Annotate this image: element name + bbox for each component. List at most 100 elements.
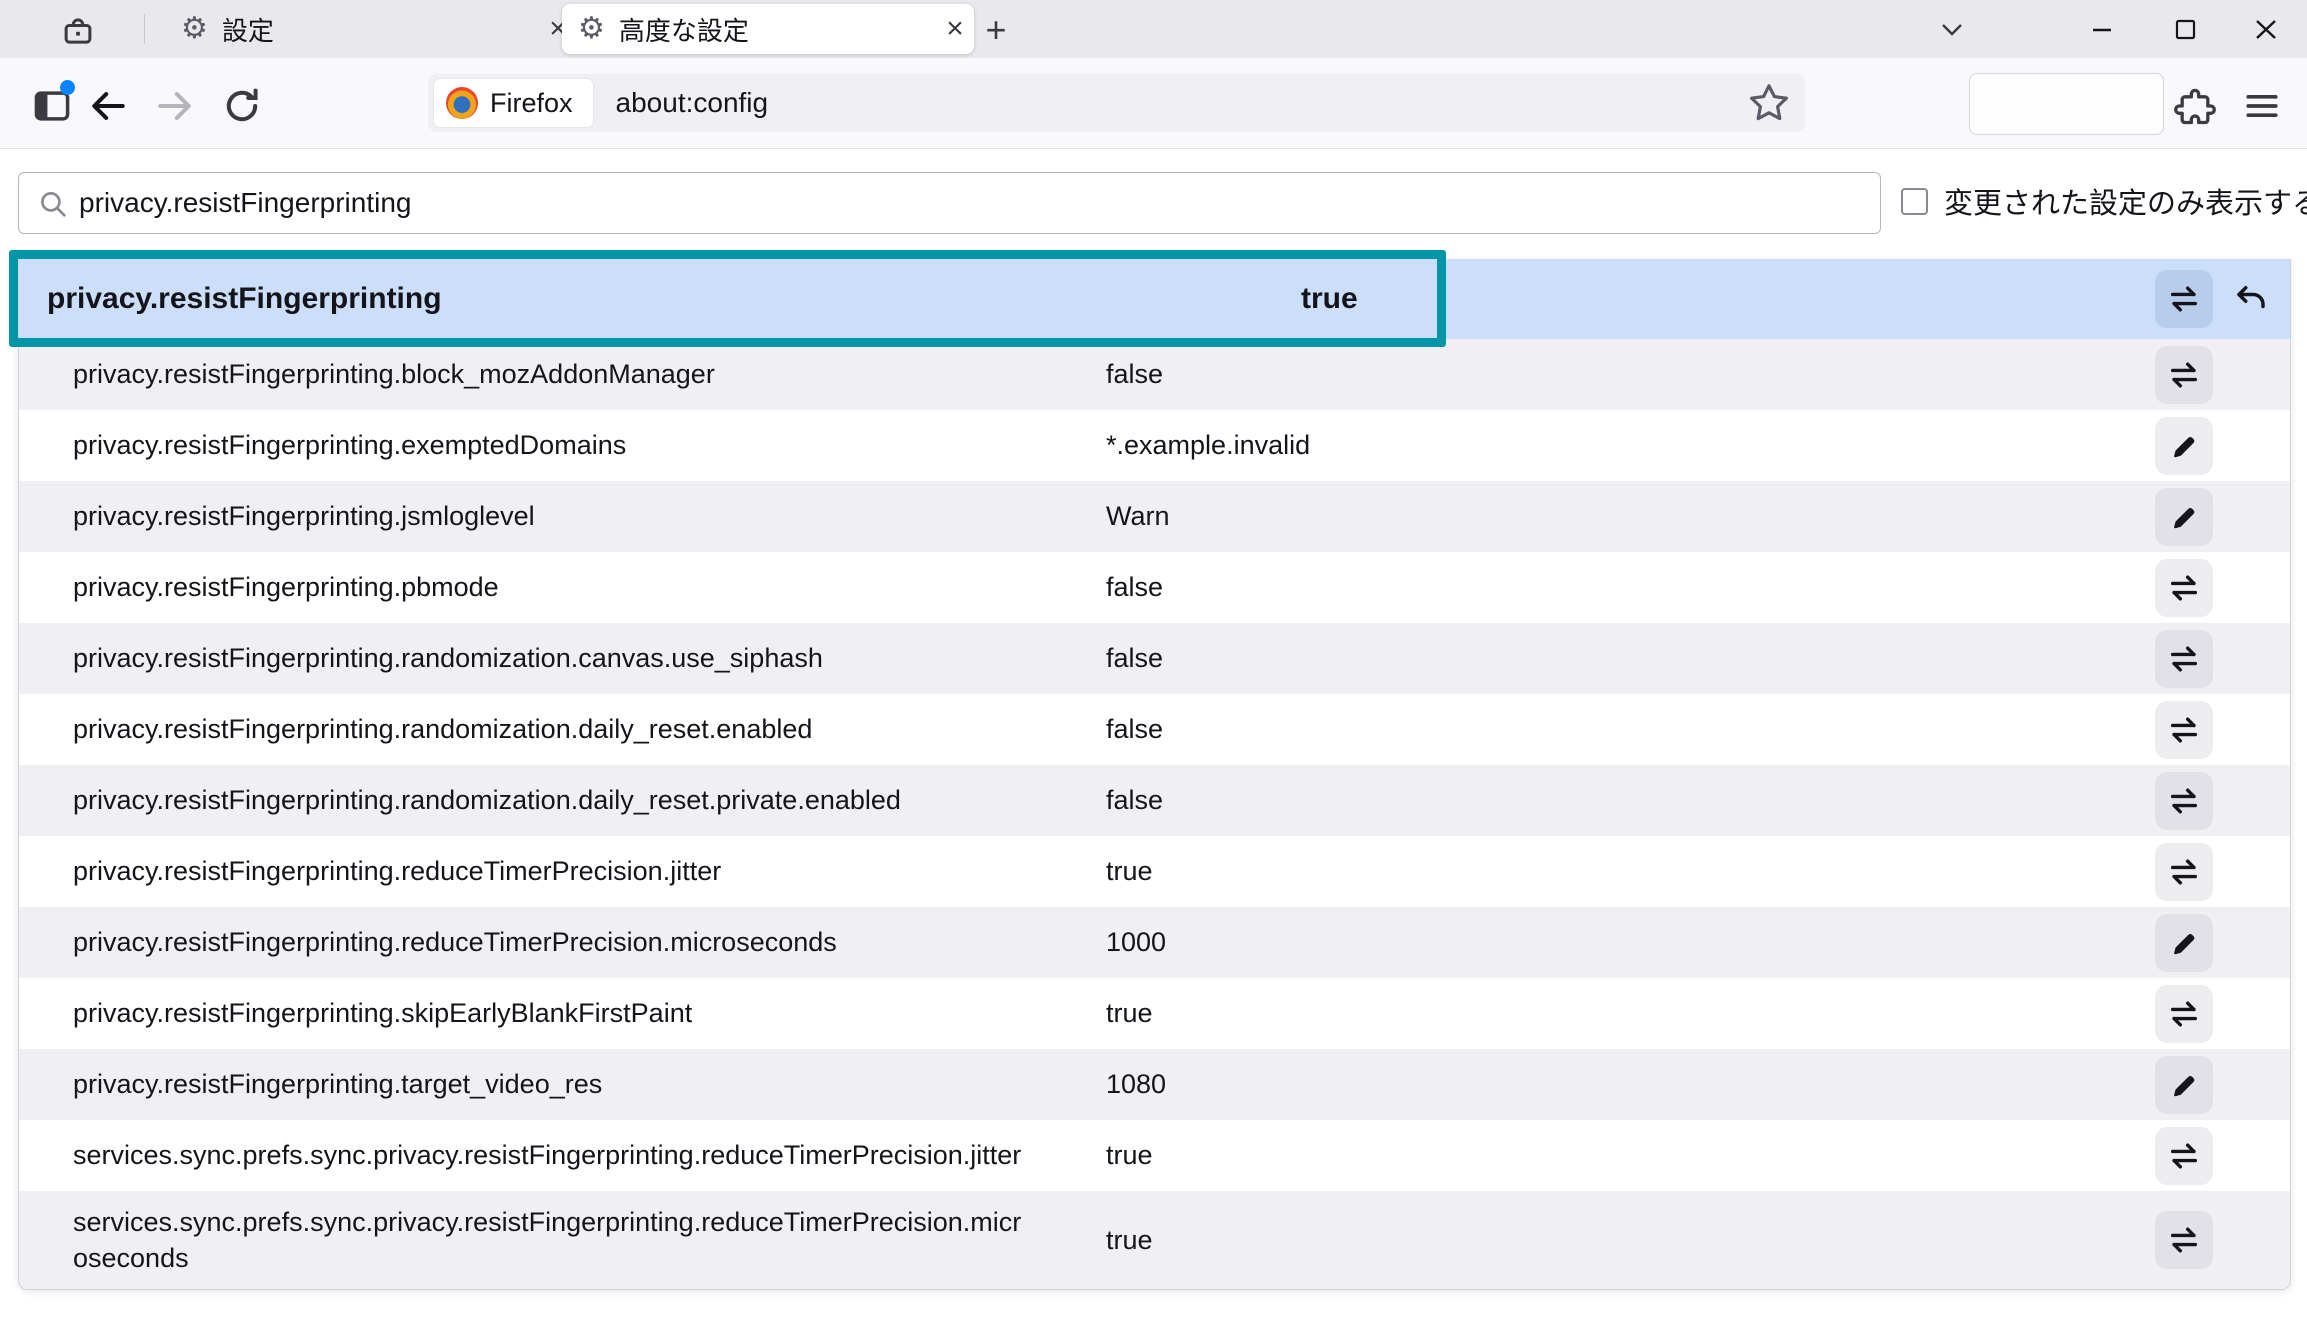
notification-dot bbox=[60, 80, 75, 95]
minimize-button[interactable] bbox=[2080, 9, 2124, 49]
pref-value: false bbox=[1106, 359, 1163, 390]
tab-label: 設定 bbox=[222, 11, 539, 48]
bookmark-star-button[interactable] bbox=[1745, 79, 1793, 127]
toggle-pref-button[interactable] bbox=[2155, 270, 2213, 328]
puzzle-piece-icon bbox=[2173, 84, 2217, 128]
close-icon bbox=[2244, 9, 2288, 49]
reload-button[interactable] bbox=[220, 84, 264, 128]
prefs-table: privacy.resistFingerprinting true privac… bbox=[18, 259, 2291, 1290]
toolbar-search-box[interactable] bbox=[1969, 73, 2164, 135]
pref-value: Warn bbox=[1106, 501, 1170, 532]
modified-only-label: 変更された設定のみ表示する bbox=[1944, 180, 2307, 222]
pref-value: true bbox=[1106, 998, 1153, 1029]
modified-only-checkbox[interactable] bbox=[1901, 188, 1928, 215]
tab-settings[interactable]: ⚙ 設定 × bbox=[165, 4, 577, 54]
site-identity-chip[interactable]: Firefox bbox=[433, 78, 594, 128]
toggle-pref-button[interactable] bbox=[2155, 346, 2213, 404]
toggle-pref-button[interactable] bbox=[2155, 630, 2213, 688]
pref-name: privacy.resistFingerprinting.randomizati… bbox=[19, 782, 1033, 818]
pref-name: privacy.resistFingerprinting bbox=[19, 282, 442, 316]
tab-label: 高度な設定 bbox=[619, 11, 936, 48]
prefs-list: privacy.resistFingerprinting.block_mozAd… bbox=[19, 339, 2290, 1289]
toggle-pref-button[interactable] bbox=[2155, 985, 2213, 1043]
selected-pref-row[interactable]: privacy.resistFingerprinting true bbox=[19, 259, 2290, 339]
list-all-tabs-button[interactable] bbox=[1930, 9, 1974, 49]
pref-value: *.example.invalid bbox=[1106, 430, 1310, 461]
toggle-pref-button[interactable] bbox=[2155, 559, 2213, 617]
extensions-button[interactable] bbox=[2173, 84, 2217, 128]
pref-name: privacy.resistFingerprinting.skipEarlyBl… bbox=[19, 995, 1033, 1031]
tab-separator bbox=[144, 14, 145, 44]
pref-value: 1080 bbox=[1106, 1069, 1166, 1100]
back-button[interactable] bbox=[86, 84, 130, 128]
edit-pref-button[interactable] bbox=[2155, 488, 2213, 546]
pref-name: privacy.resistFingerprinting.block_mozAd… bbox=[19, 356, 1033, 392]
pref-value: false bbox=[1106, 714, 1163, 745]
pref-row[interactable]: services.sync.prefs.sync.privacy.resistF… bbox=[19, 1191, 2290, 1289]
maximize-button[interactable] bbox=[2163, 9, 2207, 49]
pref-row[interactable]: privacy.resistFingerprinting.reduceTimer… bbox=[19, 907, 2290, 978]
toggle-pref-button[interactable] bbox=[2155, 1127, 2213, 1185]
new-tab-button[interactable]: + bbox=[976, 10, 1016, 50]
pref-row[interactable]: services.sync.prefs.sync.privacy.resistF… bbox=[19, 1120, 2290, 1191]
show-modified-only-control[interactable]: 変更された設定のみ表示する bbox=[1901, 180, 2307, 222]
tab-advanced-settings[interactable]: ⚙ 高度な設定 × bbox=[562, 4, 974, 54]
gear-icon: ⚙ bbox=[578, 14, 605, 44]
url-text[interactable]: about:config bbox=[616, 87, 1745, 119]
app-menu-button[interactable] bbox=[2240, 84, 2284, 128]
pref-row[interactable]: privacy.resistFingerprinting.exemptedDom… bbox=[19, 410, 2290, 481]
pref-name: services.sync.prefs.sync.privacy.resistF… bbox=[19, 1204, 1033, 1277]
pref-value: true bbox=[1301, 282, 1358, 316]
pref-row[interactable]: privacy.resistFingerprinting.randomizati… bbox=[19, 765, 2290, 836]
browser-window: ⚙ 設定 × ⚙ 高度な設定 × + bbox=[0, 0, 2307, 1334]
pref-value: 1000 bbox=[1106, 927, 1166, 958]
pref-name: privacy.resistFingerprinting.reduceTimer… bbox=[19, 853, 1033, 889]
pref-value: true bbox=[1106, 1225, 1153, 1256]
close-window-button[interactable] bbox=[2244, 9, 2288, 49]
pref-name: services.sync.prefs.sync.privacy.resistF… bbox=[19, 1137, 1033, 1173]
pref-name: privacy.resistFingerprinting.reduceTimer… bbox=[19, 924, 1033, 960]
pref-name: privacy.resistFingerprinting.exemptedDom… bbox=[19, 427, 1033, 463]
toggle-pref-button[interactable] bbox=[2155, 701, 2213, 759]
navigation-toolbar: Firefox about:config bbox=[0, 58, 2307, 149]
reset-pref-button[interactable] bbox=[2222, 270, 2280, 328]
pref-name: privacy.resistFingerprinting.randomizati… bbox=[19, 711, 1033, 747]
pref-value: false bbox=[1106, 785, 1163, 816]
star-icon bbox=[1745, 79, 1793, 127]
minimize-icon bbox=[2080, 9, 2124, 49]
site-chip-label: Firefox bbox=[490, 88, 573, 119]
edit-pref-button[interactable] bbox=[2155, 417, 2213, 475]
url-bar[interactable]: Firefox about:config bbox=[428, 74, 1805, 132]
pref-name: privacy.resistFingerprinting.jsmloglevel bbox=[19, 498, 1033, 534]
config-search-input[interactable] bbox=[18, 172, 1881, 234]
pref-row[interactable]: privacy.resistFingerprinting.target_vide… bbox=[19, 1049, 2290, 1120]
pref-name: privacy.resistFingerprinting.pbmode bbox=[19, 569, 1033, 605]
close-tab-icon[interactable]: × bbox=[936, 10, 974, 48]
forward-arrow-icon bbox=[153, 84, 197, 128]
pref-row[interactable]: privacy.resistFingerprinting.block_mozAd… bbox=[19, 339, 2290, 410]
gear-icon: ⚙ bbox=[181, 14, 208, 44]
reload-icon bbox=[220, 84, 264, 128]
toggle-pref-button[interactable] bbox=[2155, 772, 2213, 830]
pref-value: false bbox=[1106, 572, 1163, 603]
toggle-pref-button[interactable] bbox=[2155, 1211, 2213, 1269]
pref-row[interactable]: privacy.resistFingerprinting.randomizati… bbox=[19, 623, 2290, 694]
hamburger-menu-icon bbox=[2240, 84, 2284, 128]
firefox-logo-icon bbox=[446, 87, 478, 119]
pref-name: privacy.resistFingerprinting.randomizati… bbox=[19, 640, 1033, 676]
pref-value: false bbox=[1106, 643, 1163, 674]
edit-pref-button[interactable] bbox=[2155, 914, 2213, 972]
firefox-view-button[interactable] bbox=[53, 11, 91, 49]
pref-value: true bbox=[1106, 856, 1153, 887]
maximize-icon bbox=[2163, 9, 2207, 49]
toolbox-icon bbox=[59, 12, 85, 50]
back-arrow-icon bbox=[86, 84, 130, 128]
pref-row[interactable]: privacy.resistFingerprinting.pbmode fals… bbox=[19, 552, 2290, 623]
toggle-pref-button[interactable] bbox=[2155, 843, 2213, 901]
pref-row[interactable]: privacy.resistFingerprinting.jsmloglevel… bbox=[19, 481, 2290, 552]
forward-button[interactable] bbox=[153, 84, 197, 128]
pref-row[interactable]: privacy.resistFingerprinting.randomizati… bbox=[19, 694, 2290, 765]
edit-pref-button[interactable] bbox=[2155, 1056, 2213, 1114]
pref-row[interactable]: privacy.resistFingerprinting.reduceTimer… bbox=[19, 836, 2290, 907]
pref-row[interactable]: privacy.resistFingerprinting.skipEarlyBl… bbox=[19, 978, 2290, 1049]
